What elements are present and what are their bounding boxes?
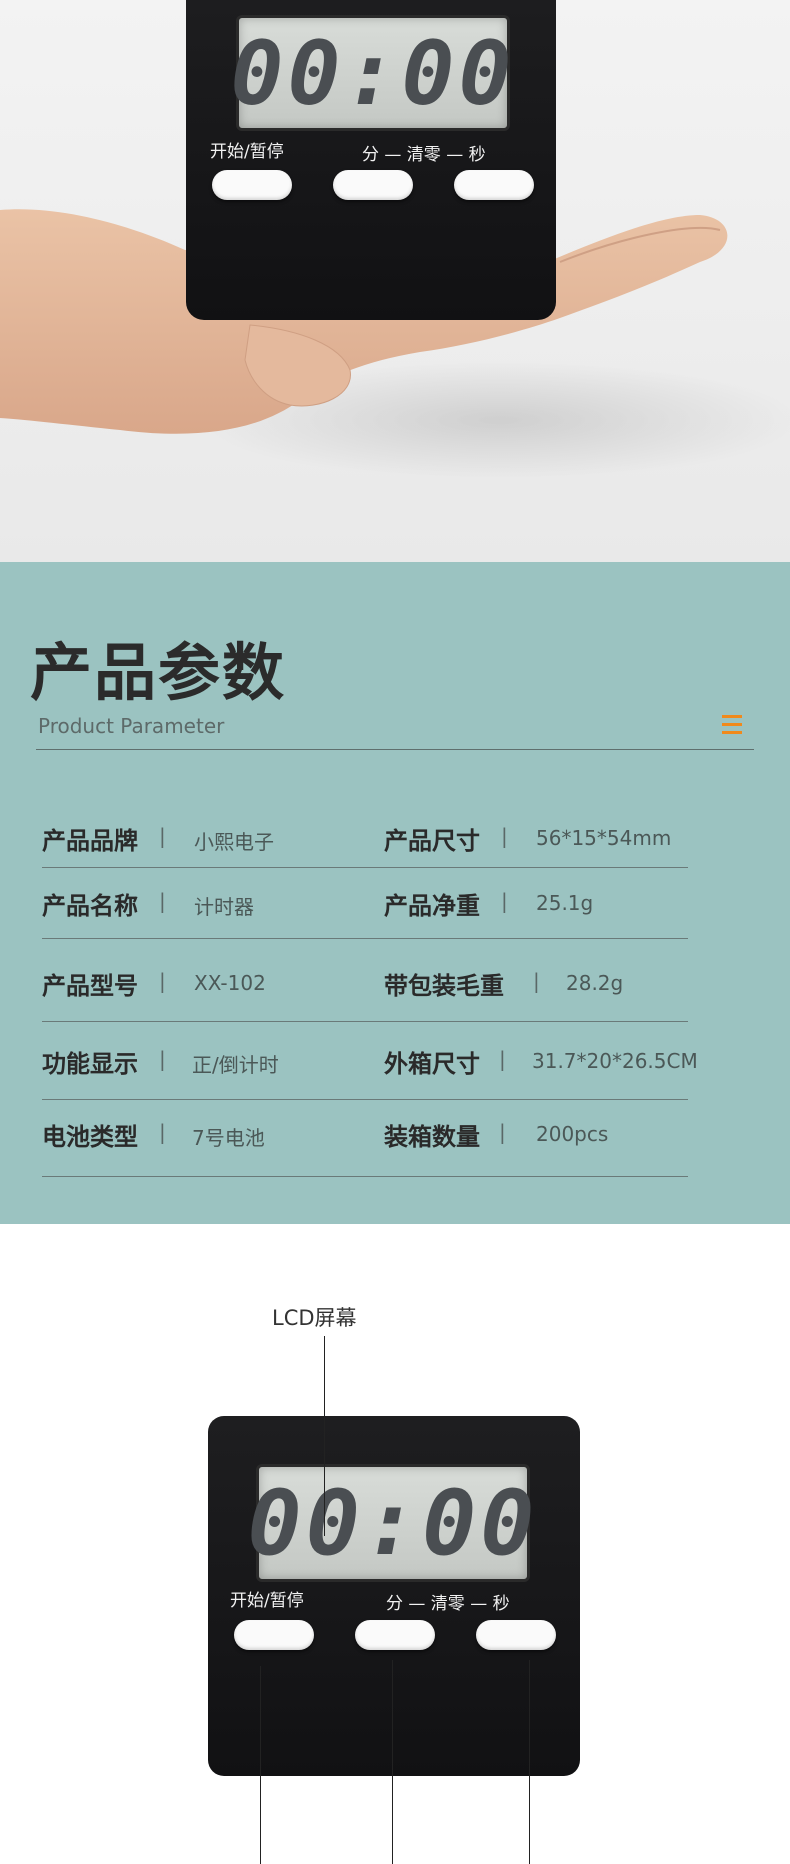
param-separator: | xyxy=(159,889,166,913)
timer-device-diagram: 00:00 开始/暂停 分 — 清零 — 秒 xyxy=(208,1416,580,1776)
minute-button[interactable] xyxy=(333,170,413,200)
start-pause-button[interactable] xyxy=(234,1620,314,1650)
param-separator: | xyxy=(159,1047,166,1071)
param-value: 小熙电子 xyxy=(194,830,274,854)
param-label: 外箱尺寸 xyxy=(384,1050,480,1078)
minute-callout-line xyxy=(392,1660,393,1864)
param-label: 产品净重 xyxy=(384,892,480,920)
row-divider xyxy=(42,1099,688,1100)
param-separator: | xyxy=(159,969,166,993)
param-label: 产品型号 xyxy=(42,972,138,1000)
row-divider xyxy=(42,938,688,939)
param-separator: | xyxy=(501,889,508,913)
param-separator: | xyxy=(501,824,508,848)
row-divider xyxy=(42,1021,688,1022)
button-diagram-section: LCD屏幕 00:00 开始/暂停 分 — 清零 — 秒 xyxy=(0,1224,790,1864)
min-clear-sec-label: 分 — 清零 — 秒 xyxy=(362,145,486,165)
start-pause-label: 开始/暂停 xyxy=(230,1591,304,1611)
section-title: 产品参数 xyxy=(30,636,287,709)
row-divider xyxy=(42,1176,688,1177)
param-separator: | xyxy=(533,969,540,993)
param-label: 电池类型 xyxy=(42,1123,138,1151)
param-label: 带包装毛重 xyxy=(384,972,504,1000)
param-value: 计时器 xyxy=(194,895,254,919)
param-value: 28.2g xyxy=(566,971,624,995)
second-callout-line xyxy=(529,1660,530,1864)
param-label: 产品尺寸 xyxy=(384,827,480,855)
lcd-screen: 00:00 xyxy=(231,15,511,131)
param-value: 正/倒计时 xyxy=(192,1053,279,1077)
param-separator: | xyxy=(499,1047,506,1071)
second-button[interactable] xyxy=(476,1620,556,1650)
param-separator: | xyxy=(499,1120,506,1144)
param-value: 31.7*20*26.5CM xyxy=(532,1049,698,1073)
start-pause-callout-line xyxy=(260,1666,261,1864)
min-clear-sec-label: 分 — 清零 — 秒 xyxy=(386,1594,510,1614)
menu-icon xyxy=(722,715,742,735)
second-button[interactable] xyxy=(454,170,534,200)
start-pause-button[interactable] xyxy=(212,170,292,200)
param-label: 产品名称 xyxy=(42,892,138,920)
title-divider xyxy=(36,749,754,750)
param-value: 200pcs xyxy=(536,1122,609,1146)
param-label: 产品品牌 xyxy=(42,827,138,855)
minute-button[interactable] xyxy=(355,1620,435,1650)
param-value: 25.1g xyxy=(536,891,594,915)
lcd-callout-line xyxy=(324,1336,325,1536)
start-pause-label: 开始/暂停 xyxy=(210,142,284,162)
param-label: 装箱数量 xyxy=(384,1123,480,1151)
row-divider xyxy=(42,867,688,868)
param-value: 56*15*54mm xyxy=(536,826,672,850)
lcd-digits: 00:00 xyxy=(230,21,516,125)
param-value: 7号电池 xyxy=(192,1126,265,1150)
lcd-screen: 00:00 xyxy=(248,1464,534,1582)
param-value: XX-102 xyxy=(194,971,266,995)
param-separator: | xyxy=(159,824,166,848)
param-separator: | xyxy=(159,1120,166,1144)
lcd-digits: 00:00 xyxy=(247,1470,539,1576)
product-photo: 00:00 开始/暂停 分 — 清零 — 秒 xyxy=(0,0,790,562)
timer-device-photo: 00:00 开始/暂停 分 — 清零 — 秒 xyxy=(186,0,556,320)
lcd-callout-label: LCD屏幕 xyxy=(272,1306,357,1330)
product-parameter-section: 产品参数 Product Parameter 产品品牌 | 小熙电子 产品尺寸 … xyxy=(0,562,790,1224)
section-subtitle: Product Parameter xyxy=(38,714,225,738)
param-label: 功能显示 xyxy=(42,1050,138,1078)
